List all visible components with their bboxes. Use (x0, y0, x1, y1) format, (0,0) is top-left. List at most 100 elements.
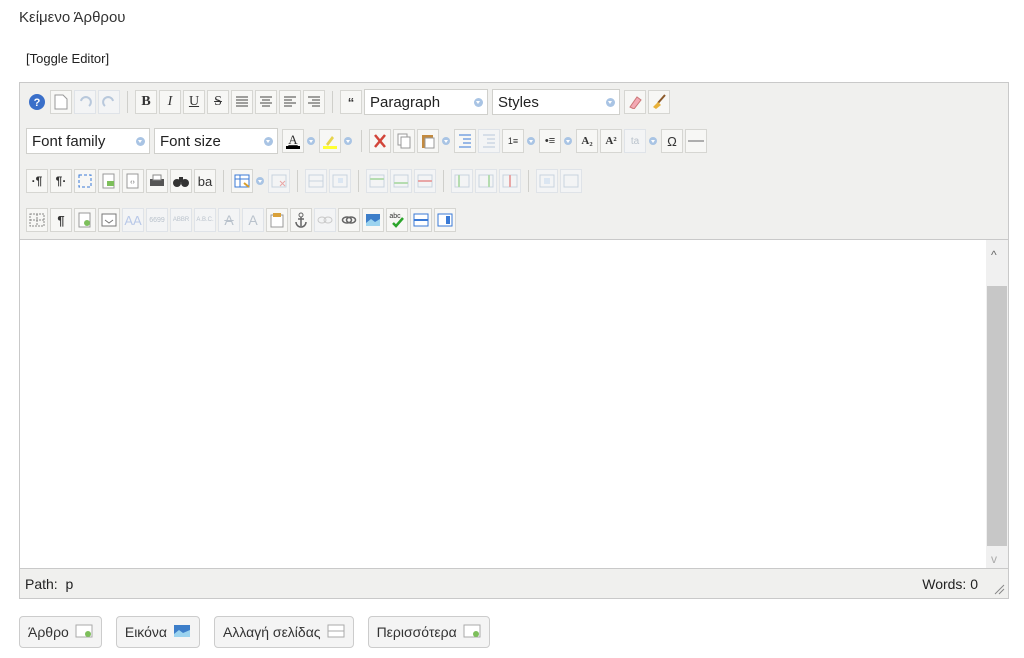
scroll-down-icon[interactable]: v (991, 552, 997, 566)
redo-icon[interactable] (98, 90, 120, 114)
bold-button[interactable]: B (135, 90, 157, 114)
path-value[interactable]: p (65, 576, 73, 592)
style-props-icon[interactable]: AA (122, 208, 144, 232)
svg-text:A: A (288, 132, 298, 147)
del-icon[interactable]: A (218, 208, 240, 232)
acronym-button[interactable]: A.B.C. (194, 208, 216, 232)
page-break-icon[interactable] (410, 208, 432, 232)
replace-button[interactable]: ba (194, 169, 216, 193)
font-family-select[interactable]: Font family (26, 128, 150, 154)
insert-row-after-icon[interactable] (390, 169, 412, 193)
spellcheck-icon[interactable]: abc (386, 208, 408, 232)
readmore-button-label: Περισσότερα (376, 624, 457, 640)
toolbar-separator (361, 130, 362, 152)
paste-icon[interactable] (417, 129, 439, 153)
cite-button[interactable]: 6699 (146, 208, 168, 232)
read-more-icon[interactable] (434, 208, 456, 232)
cut-icon[interactable] (369, 129, 391, 153)
merge-cells-icon[interactable] (560, 169, 582, 193)
toolbar-separator (297, 170, 298, 192)
superscript-button[interactable]: A² (600, 129, 622, 153)
align-left-icon[interactable] (279, 90, 301, 114)
font-color-dropdown[interactable] (306, 129, 316, 153)
layer-icon[interactable] (98, 208, 120, 232)
indent-icon[interactable] (454, 129, 476, 153)
scrollbar-thumb[interactable] (987, 286, 1007, 546)
help-icon[interactable]: ? (26, 90, 48, 114)
scroll-up-icon[interactable]: ^ (991, 248, 997, 262)
copy-icon[interactable] (393, 129, 415, 153)
highlight-color-dropdown[interactable] (343, 129, 353, 153)
format-select[interactable]: Paragraph (364, 89, 488, 115)
font-size-select[interactable]: Font size (154, 128, 278, 154)
bulleted-list-dropdown[interactable] (563, 129, 573, 153)
editor-toolbar: ? B I U S “ Paragraph Styles Font family… (20, 83, 1008, 240)
font-size-value: Font size (160, 132, 221, 150)
horizontal-rule-icon[interactable] (685, 129, 707, 153)
blockquote-icon[interactable]: “ (340, 90, 362, 114)
delete-row-icon[interactable] (414, 169, 436, 193)
readmore-button[interactable]: Περισσότερα (367, 616, 490, 648)
italic-button[interactable]: I (159, 90, 181, 114)
highlight-color-icon[interactable] (319, 129, 341, 153)
align-justify-icon[interactable] (231, 90, 253, 114)
cell-props-icon[interactable] (329, 169, 351, 193)
rtl-direction-button[interactable]: ¶· (50, 169, 72, 193)
row-props-icon[interactable] (305, 169, 327, 193)
source-code-icon[interactable]: ‹› (122, 169, 144, 193)
image-button[interactable]: Εικόνα (115, 616, 201, 648)
numbered-list-icon[interactable]: 1≡ (502, 129, 524, 153)
dropdown-arrow-icon (474, 97, 483, 107)
preview-icon[interactable] (98, 169, 120, 193)
cleanup-broom-icon[interactable] (648, 90, 670, 114)
image-button-label: Εικόνα (124, 624, 168, 640)
print-icon[interactable] (146, 169, 168, 193)
insert-col-after-icon[interactable] (475, 169, 497, 193)
pagebreak-button[interactable]: Αλλαγή σελίδας (214, 616, 354, 648)
align-center-icon[interactable] (255, 90, 277, 114)
strikethrough-button[interactable]: S (207, 90, 229, 114)
underline-button[interactable]: U (183, 90, 205, 114)
ltr-direction-button[interactable]: ·¶ (26, 169, 48, 193)
anchor-icon[interactable] (290, 208, 312, 232)
attributes-icon[interactable] (266, 208, 288, 232)
align-right-icon[interactable] (303, 90, 325, 114)
numbered-list-dropdown[interactable] (526, 129, 536, 153)
table-dropdown[interactable] (255, 169, 265, 193)
abbr-button[interactable]: ABBR (170, 208, 192, 232)
outdent-icon[interactable] (478, 129, 500, 153)
language-dropdown[interactable] (648, 129, 658, 153)
delete-col-icon[interactable] (499, 169, 521, 193)
toggle-editor-link[interactable]: [Toggle Editor] (26, 51, 109, 66)
table-insert-icon[interactable] (231, 169, 253, 193)
language-icon[interactable]: ta (624, 129, 646, 153)
visual-chars-button[interactable]: ¶ (50, 208, 72, 232)
bulleted-list-icon[interactable]: •≡ (539, 129, 561, 153)
toolbar-separator (332, 91, 333, 113)
new-document-icon[interactable] (50, 90, 72, 114)
undo-icon[interactable] (74, 90, 96, 114)
insert-row-before-icon[interactable] (366, 169, 388, 193)
template-icon[interactable] (74, 208, 96, 232)
search-binoculars-icon[interactable] (170, 169, 192, 193)
styles-select[interactable]: Styles (492, 89, 620, 115)
editor-scrollbar[interactable]: ^ v (986, 240, 1008, 570)
resize-grip-icon[interactable] (993, 583, 1005, 595)
visual-aid-icon[interactable] (26, 208, 48, 232)
ins-icon[interactable]: A (242, 208, 264, 232)
link-icon[interactable] (338, 208, 360, 232)
field-label: Κείμενο Άρθρου (19, 9, 126, 26)
subscript-button[interactable]: A₂ (576, 129, 598, 153)
delete-table-icon[interactable] (268, 169, 290, 193)
font-color-icon[interactable]: A (282, 129, 304, 153)
editor-content-area[interactable] (20, 240, 985, 570)
unlink-icon[interactable] (314, 208, 336, 232)
image-insert-icon[interactable] (362, 208, 384, 232)
special-char-button[interactable]: Ω (661, 129, 683, 153)
split-cells-icon[interactable] (536, 169, 558, 193)
eraser-icon[interactable] (624, 90, 646, 114)
insert-col-before-icon[interactable] (451, 169, 473, 193)
fullscreen-icon[interactable] (74, 169, 96, 193)
article-button[interactable]: Άρθρο (19, 616, 102, 648)
paste-dropdown[interactable] (441, 129, 451, 153)
